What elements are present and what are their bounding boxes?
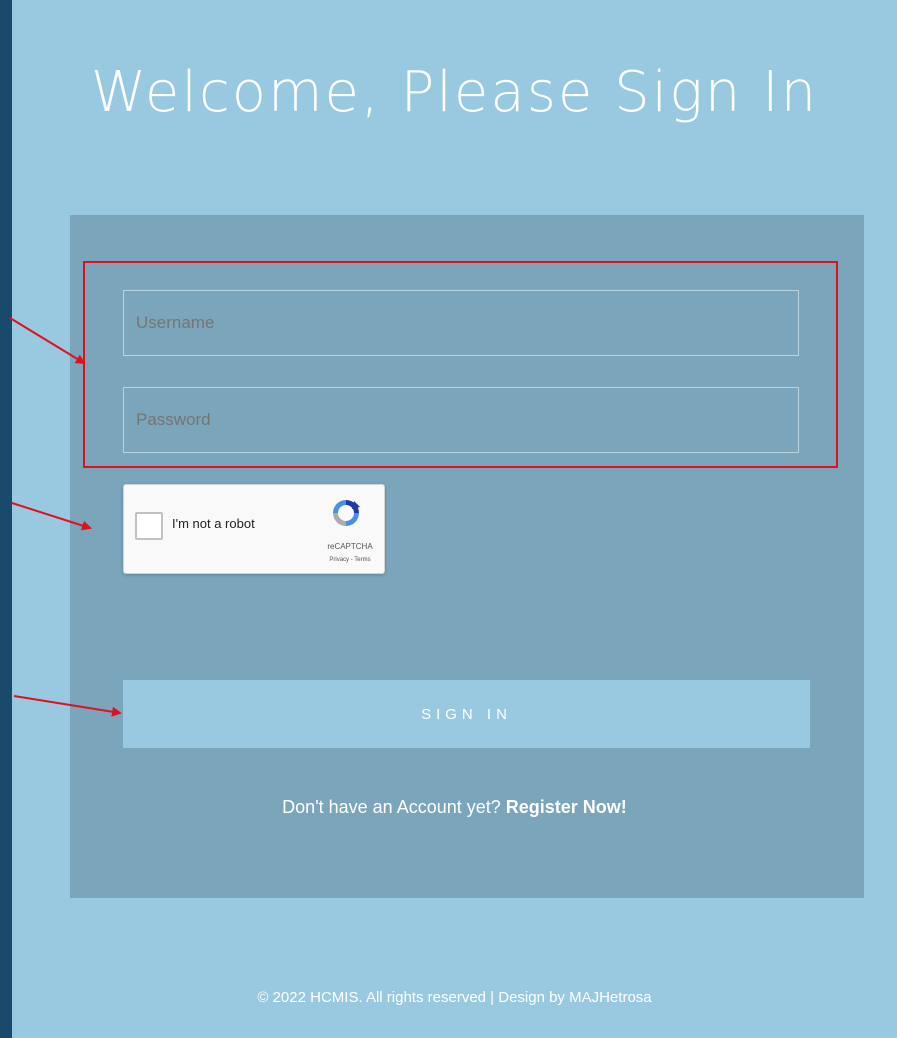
recaptcha-logo-icon (333, 500, 360, 526)
password-input[interactable] (123, 387, 799, 453)
recaptcha-privacy-terms-link[interactable]: Privacy - Terms (320, 557, 380, 563)
page-title: Welcome, Please Sign In (90, 60, 819, 125)
recaptcha-brand: reCAPTCHA (327, 542, 373, 551)
register-prompt-line: Don't have an Account yet? Register Now! (12, 797, 897, 818)
footer-copyright: © 2022 HCMIS. All rights reserved | Desi… (257, 989, 652, 1006)
recaptcha-checkbox[interactable] (135, 512, 163, 540)
recaptcha-label: I'm not a robot (172, 516, 255, 531)
username-input[interactable] (123, 290, 799, 356)
register-prompt: Don't have an Account yet? (282, 797, 501, 817)
recaptcha-widget: I'm not a robot reCAPTCHA Privacy - Term… (123, 484, 385, 574)
sign-in-button[interactable]: SIGN IN (123, 680, 810, 748)
login-page: Welcome, Please Sign In I'm not a robot … (12, 0, 897, 1038)
register-now-link[interactable]: Register Now! (506, 797, 627, 817)
